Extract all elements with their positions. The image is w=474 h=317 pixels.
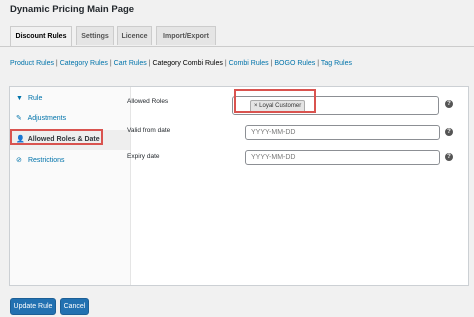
valid-from-label: Valid from date <box>127 127 171 134</box>
rule-panel: ▼ Rule ✎ Adjustments 👤 Allowed Roles & D… <box>9 86 469 286</box>
highlight-box <box>10 129 103 145</box>
sublink-cart-rules[interactable]: Cart Rules <box>114 60 147 67</box>
rule-sidebar: ▼ Rule ✎ Adjustments 👤 Allowed Roles & D… <box>10 87 131 285</box>
page: Dynamic Pricing Main Page Discount Rules… <box>0 0 474 317</box>
sidebar-item-label: Restrictions <box>27 157 65 164</box>
sublinks: Product Rules | Category Rules | Cart Ru… <box>10 60 352 67</box>
sidebar-item-label: Adjustments <box>27 115 67 122</box>
tab-licence[interactable]: Licence <box>117 26 152 45</box>
allowed-roles-label: Allowed Roles <box>127 98 169 105</box>
sublink-combi-rules[interactable]: Combi Rules <box>229 60 269 67</box>
highlight-box <box>234 89 316 113</box>
sublink-category-combi-rules[interactable]: Category Combi Rules <box>152 60 222 67</box>
expiry-date-label: Expiry date <box>127 153 160 160</box>
sidebar-item-rule[interactable]: ▼ Rule <box>10 89 130 109</box>
sublink-bogo-rules[interactable]: BOGO Rules <box>274 60 315 67</box>
help-icon[interactable]: ? <box>445 153 453 161</box>
tab-discount-rules[interactable]: Discount Rules <box>10 26 72 46</box>
filter-icon: ▼ <box>16 95 23 102</box>
tab-import-export[interactable]: Import/Export <box>156 26 216 45</box>
sidebar-item-adjustments[interactable]: ✎ Adjustments <box>10 109 130 129</box>
sublink-category-rules[interactable]: Category Rules <box>60 60 108 67</box>
tab-settings[interactable]: Settings <box>76 26 114 45</box>
help-icon[interactable]: ? <box>445 128 453 136</box>
page-title: Dynamic Pricing Main Page <box>10 4 135 15</box>
update-rule-button[interactable]: Update Rule <box>10 298 56 315</box>
cancel-button[interactable]: Cancel <box>60 298 89 315</box>
sidebar-item-restrictions[interactable]: ⊘ Restrictions <box>10 151 130 171</box>
valid-from-input[interactable]: YYYY-MM-DD <box>245 125 440 140</box>
help-icon[interactable]: ? <box>445 100 453 108</box>
wrench-icon: ✎ <box>16 115 22 122</box>
sublink-product-rules[interactable]: Product Rules <box>10 60 54 67</box>
nav-tabs: Discount Rules Settings Licence Import/E… <box>0 26 474 47</box>
sublink-tag-rules[interactable]: Tag Rules <box>321 60 352 67</box>
ban-icon: ⊘ <box>16 157 22 164</box>
expiry-date-input[interactable]: YYYY-MM-DD <box>245 150 440 165</box>
sidebar-item-label: Rule <box>27 95 43 102</box>
